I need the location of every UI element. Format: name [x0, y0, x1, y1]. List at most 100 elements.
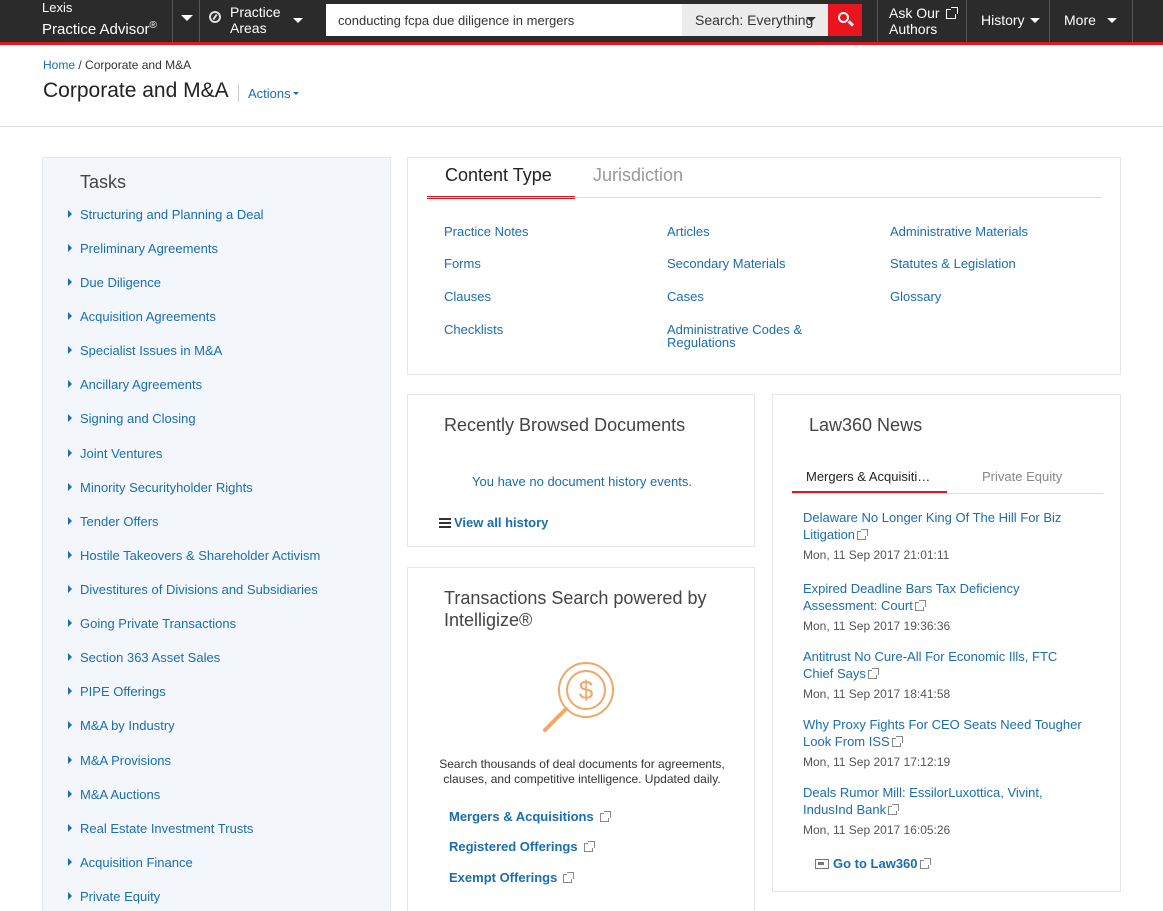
- desc-line2: clauses, and competitive intelligence. U…: [443, 772, 721, 786]
- registered-offerings-link[interactable]: Registered Offerings: [449, 839, 595, 854]
- content-type-link[interactable]: Administrative Materials: [890, 225, 1028, 238]
- task-item[interactable]: Minority Securityholder Rights: [68, 480, 253, 495]
- task-item[interactable]: Ancillary Agreements: [68, 377, 202, 392]
- caret-right-icon: [68, 551, 72, 559]
- external-link-icon: [583, 841, 595, 853]
- ask-our-authors-link[interactable]: Ask Our Authors: [878, 0, 966, 42]
- content-type-link[interactable]: Practice Notes: [444, 225, 529, 238]
- news-headline-link[interactable]: Delaware No Longer King Of The Hill For …: [803, 509, 1103, 543]
- task-item[interactable]: Acquisition Agreements: [68, 309, 216, 324]
- content-type-link[interactable]: Checklists: [444, 323, 503, 336]
- search-button[interactable]: [828, 4, 862, 36]
- task-item[interactable]: M&A by Industry: [68, 718, 175, 733]
- caret-right-icon: [68, 790, 72, 798]
- brand-logo[interactable]: Lexis Practice Advisor®: [42, 1, 157, 41]
- recently-browsed-title: Recently Browsed Documents: [444, 415, 686, 435]
- content-type-link[interactable]: Cases: [667, 290, 704, 303]
- task-item[interactable]: Hostile Takeovers & Shareholder Activism: [68, 548, 320, 563]
- tab-private-equity[interactable]: Private Equity: [982, 469, 1062, 484]
- content-type-link[interactable]: Secondary Materials: [667, 257, 786, 270]
- caret-right-icon: [68, 346, 72, 354]
- tab-mergers-acquisitions[interactable]: Mergers & Acquisiti…: [792, 469, 947, 494]
- dollar-magnifier-icon: $: [543, 662, 614, 732]
- chevron-down-icon: [806, 17, 816, 22]
- task-item[interactable]: Acquisition Finance: [68, 855, 193, 870]
- task-item[interactable]: Specialist Issues in M&A: [68, 343, 222, 358]
- task-item[interactable]: Preliminary Agreements: [68, 241, 218, 256]
- empty-history-message: You have no document history events.: [472, 474, 692, 489]
- task-item[interactable]: Section 363 Asset Sales: [68, 650, 220, 665]
- external-link-icon: [867, 668, 879, 680]
- task-label: M&A Provisions: [80, 753, 172, 768]
- content-type-link[interactable]: Administrative Codes & Regulations: [667, 323, 802, 349]
- brand-line2: Practice Advisor: [42, 21, 150, 38]
- task-item[interactable]: PIPE Offerings: [68, 684, 166, 699]
- task-label: Going Private Transactions: [80, 616, 237, 631]
- link-label: Mergers & Acquisitions: [449, 809, 594, 824]
- news-headline-link[interactable]: Deals Rumor Mill: EssilorLuxottica, Vivi…: [803, 784, 1103, 818]
- task-item[interactable]: Going Private Transactions: [68, 616, 236, 631]
- task-item[interactable]: Real Estate Investment Trusts: [68, 821, 253, 836]
- task-item[interactable]: Divestitures of Divisions and Subsidiari…: [68, 582, 318, 597]
- news-timestamp: Mon, 11 Sep 2017 18:41:58: [803, 687, 951, 701]
- task-item[interactable]: M&A Provisions: [68, 753, 171, 768]
- tasks-title: Tasks: [80, 172, 127, 192]
- chevron-down-icon: [293, 18, 303, 23]
- task-label: Specialist Issues in M&A: [80, 343, 223, 358]
- breadcrumb-current: Corporate and M&A: [85, 58, 192, 72]
- external-link-icon: [599, 811, 611, 823]
- task-item[interactable]: Signing and Closing: [68, 411, 196, 426]
- exempt-offerings-link[interactable]: Exempt Offerings: [449, 870, 575, 885]
- news-headline-link[interactable]: Why Proxy Fights For CEO Seats Need Toug…: [803, 716, 1103, 750]
- task-label: Preliminary Agreements: [80, 241, 218, 256]
- search-input[interactable]: [326, 4, 682, 36]
- list-icon: [439, 518, 451, 528]
- news-timestamp: Mon, 11 Sep 2017 21:01:11: [803, 548, 950, 562]
- breadcrumb-home-link[interactable]: Home: [43, 58, 75, 72]
- history-menu[interactable]: History: [967, 0, 1049, 42]
- view-all-history-label: View all history: [454, 515, 549, 530]
- caret-right-icon: [68, 278, 72, 286]
- chevron-down-icon: [181, 15, 193, 21]
- tab-content-type[interactable]: Content Type: [427, 163, 575, 199]
- caret-right-icon: [68, 824, 72, 832]
- link-label: Exempt Offerings: [449, 870, 558, 885]
- go-to-law360-link[interactable]: Go to Law360: [815, 856, 931, 871]
- task-item[interactable]: Tender Offers: [68, 514, 159, 529]
- content-type-link[interactable]: Clauses: [444, 290, 491, 303]
- transactions-title-line1: Transactions Search powered by: [444, 588, 707, 608]
- svg-text:$: $: [579, 675, 594, 705]
- product-menu-toggle[interactable]: [173, 0, 199, 42]
- caret-right-icon: [68, 687, 72, 695]
- view-all-history-link[interactable]: View all history: [439, 515, 548, 530]
- content-type-link[interactable]: Articles: [667, 225, 710, 238]
- divider: [792, 493, 1103, 494]
- task-item[interactable]: Due Diligence: [68, 275, 161, 290]
- transactions-title-line2: Intelligize®: [444, 610, 533, 630]
- news-item: Expired Deadline Bars Tax Deficiency Asse…: [803, 580, 1103, 633]
- caret-right-icon: [68, 517, 72, 525]
- task-item[interactable]: Private Equity: [68, 889, 160, 904]
- mergers-acquisitions-link[interactable]: Mergers & Acquisitions: [449, 809, 611, 824]
- content-type-link[interactable]: Statutes & Legislation: [890, 257, 1016, 270]
- caret-right-icon: [68, 892, 72, 900]
- content-type-link[interactable]: Forms: [444, 257, 481, 270]
- actions-dropdown[interactable]: Actions: [238, 84, 299, 102]
- task-item[interactable]: M&A Auctions: [68, 787, 160, 802]
- search-scope-dropdown[interactable]: Search: Everything: [682, 4, 828, 36]
- tab-jurisdiction[interactable]: Jurisdiction: [593, 163, 683, 187]
- search-scope-label: Search: Everything: [695, 12, 814, 28]
- task-label: Minority Securityholder Rights: [80, 480, 253, 495]
- practice-areas-line2: Areas: [230, 20, 267, 36]
- practice-areas-menu[interactable]: Practice Areas: [200, 0, 310, 42]
- task-item[interactable]: Structuring and Planning a Deal: [68, 207, 264, 222]
- task-label: Acquisition Finance: [80, 855, 193, 870]
- history-label: History: [981, 12, 1025, 28]
- content-type-link[interactable]: Glossary: [890, 290, 941, 303]
- news-headline-link[interactable]: Antitrust No Cure-All For Economic Ills,…: [803, 648, 1103, 682]
- transactions-search-panel: Transactions Search powered by Intelligi…: [407, 567, 755, 911]
- task-item[interactable]: Joint Ventures: [68, 446, 162, 461]
- more-menu[interactable]: More: [1050, 0, 1132, 42]
- news-item: Antitrust No Cure-All For Economic Ills,…: [803, 648, 1103, 701]
- news-headline-link[interactable]: Expired Deadline Bars Tax Deficiency Asse…: [803, 580, 1103, 614]
